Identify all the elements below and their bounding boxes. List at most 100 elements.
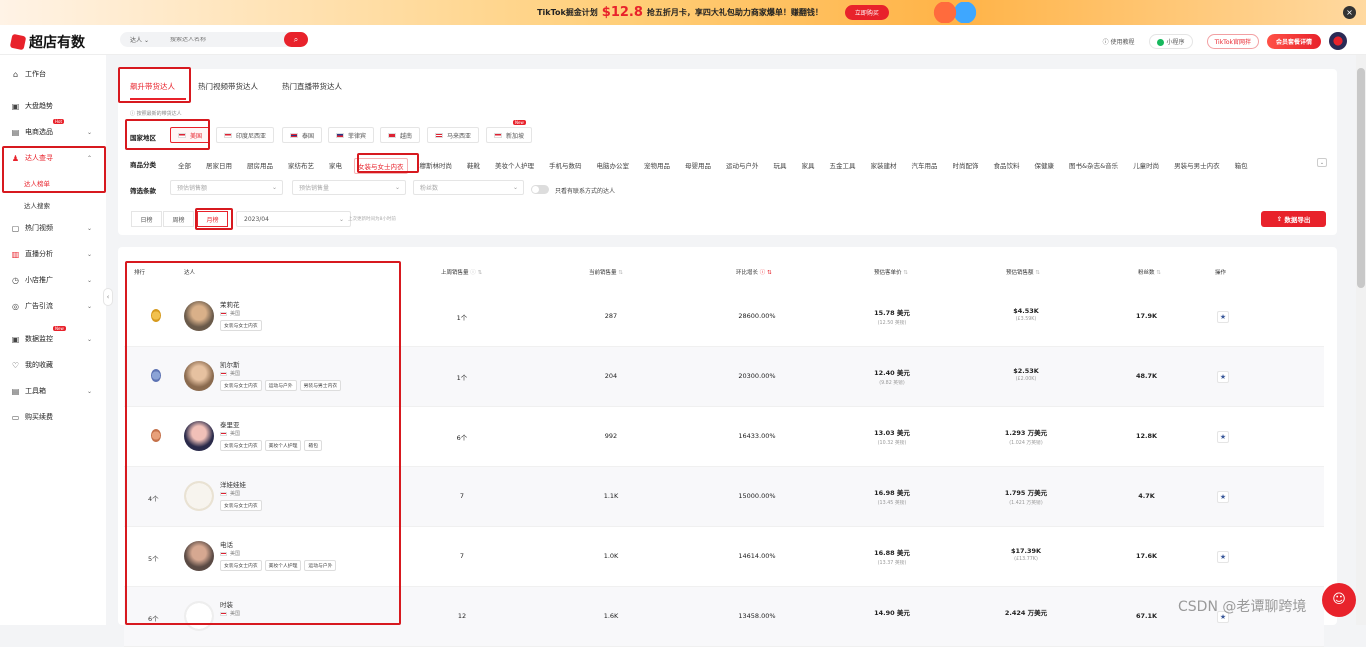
tab-rising-influencers[interactable]: 飙升带货达人 — [130, 81, 175, 92]
sidebar-item-renew[interactable]: ▭ 购买续费 — [0, 409, 106, 425]
category-item[interactable]: 保健康 — [1032, 158, 1058, 174]
sidebar-item-workbench[interactable]: ⌂ 工作台 — [0, 66, 106, 82]
chevron-down-icon[interactable]: ⌄ — [1317, 158, 1327, 167]
category-item[interactable]: 手机与数码 — [546, 158, 585, 174]
search-type-select[interactable]: 达人 ⌄ — [120, 35, 170, 44]
contact-toggle[interactable] — [531, 185, 549, 194]
mini-program-button[interactable]: 小程序 — [1148, 33, 1193, 49]
sidebar-item-influencer-search[interactable]: ♟ 达人查寻 ⌃ — [0, 150, 106, 166]
category-item[interactable]: 女装与女士内衣 — [354, 158, 408, 174]
search-icon[interactable]: ⌕ — [284, 32, 308, 47]
star-icon[interactable]: ★ — [1217, 551, 1229, 563]
tutorial-link[interactable]: ⓘ 使用教程 — [1103, 37, 1135, 46]
category-item[interactable]: 穆斯林时尚 — [417, 158, 456, 174]
influencer-name[interactable]: 电话 — [220, 539, 233, 549]
category-item[interactable]: 玩具 — [771, 158, 790, 174]
influencer-name[interactable]: 时装 — [220, 599, 233, 609]
banner-buy-button[interactable]: 立即购买 — [844, 5, 889, 20]
avatar[interactable] — [184, 601, 214, 631]
category-item[interactable]: 家电 — [326, 158, 345, 174]
close-icon[interactable]: × — [1343, 6, 1356, 19]
col-last-week-sales[interactable]: 上周销售量 ⓘ ⇅ — [441, 268, 482, 276]
star-icon[interactable]: ★ — [1217, 431, 1229, 443]
country-philippines[interactable]: 菲律宾 — [328, 127, 375, 143]
col-avg-price[interactable]: 预估客单价 ⇅ — [874, 268, 908, 276]
star-icon[interactable]: ★ — [1217, 491, 1229, 503]
influencer-name[interactable]: 泰里亚 — [220, 419, 240, 429]
influencer-name[interactable]: 洋娃娃娃 — [220, 479, 246, 489]
category-item[interactable]: 男装与男士内衣 — [1171, 158, 1223, 174]
category-item[interactable]: 家具 — [799, 158, 818, 174]
avatar[interactable] — [184, 301, 214, 331]
category-item[interactable]: 电脑办公室 — [594, 158, 633, 174]
country-singapore[interactable]: 新加坡 — [486, 127, 533, 143]
scrollbar-thumb[interactable] — [1357, 68, 1365, 288]
category-item[interactable]: 运动与户外 — [723, 158, 762, 174]
col-sales-amount[interactable]: 预估销售额 ⇅ — [1006, 268, 1040, 276]
category-item[interactable]: 居家日用 — [203, 158, 235, 174]
tab-hot-live-influencers[interactable]: 热门直播带货达人 — [282, 81, 342, 92]
category-item[interactable]: 母婴用品 — [682, 158, 714, 174]
tab-hot-video-influencers[interactable]: 热门视频带货达人 — [198, 81, 258, 92]
logo[interactable]: 超店有数 — [9, 32, 85, 52]
sidebar-item-hot-video[interactable]: ▢ 热门视频 ⌄ — [0, 220, 106, 236]
category-item[interactable]: 时尚配饰 — [950, 158, 982, 174]
sidebar-collapse-button[interactable]: ‹ — [103, 288, 113, 306]
avatar[interactable] — [184, 361, 214, 391]
country-us[interactable]: 美国 — [170, 127, 211, 143]
period-weekly[interactable]: 周榜 — [163, 211, 194, 227]
period-monthly[interactable]: 月榜 — [197, 211, 228, 227]
col-current-sales[interactable]: 当前销售量 ⇅ — [589, 268, 623, 276]
influencer-name[interactable]: 茉莉花 — [220, 299, 240, 309]
search-input[interactable] — [170, 36, 270, 43]
export-button[interactable]: ⇪ 数据导出 — [1261, 211, 1326, 227]
table-row[interactable]: 凯尔斯 美国 女装与女士内衣 运动与户外 男装与男士内衣 1个 204 20300.00% 12… — [124, 347, 1324, 407]
sidebar-item-data-monitor[interactable]: ▣ 数据监控 New ⌄ — [0, 326, 106, 347]
star-icon[interactable]: ★ — [1217, 371, 1229, 383]
influencer-name[interactable]: 凯尔斯 — [220, 359, 240, 369]
sidebar-item-influencer-find[interactable]: 达人搜索 — [24, 200, 50, 210]
sidebar-item-market-trend[interactable]: ▣ 大盘趋势 — [0, 98, 106, 114]
category-item[interactable]: 五金工具 — [827, 158, 859, 174]
star-icon[interactable]: ★ — [1217, 311, 1229, 323]
category-item[interactable]: 宠物用品 — [641, 158, 673, 174]
category-item[interactable]: 美妆个人护理 — [492, 158, 537, 174]
avatar[interactable] — [184, 421, 214, 451]
avatar[interactable] — [1329, 32, 1347, 50]
chat-icon[interactable]: ☺ — [1322, 583, 1356, 617]
category-item[interactable]: 鞋靴 — [464, 158, 483, 174]
country-malaysia[interactable]: 马来西亚 — [427, 127, 480, 143]
col-growth[interactable]: 环比增长 ⓘ ⇅ — [736, 268, 772, 276]
col-fans[interactable]: 粉丝数 ⇅ — [1138, 268, 1161, 276]
tiktok-link[interactable]: TikTok官网拌 — [1206, 33, 1259, 49]
category-item[interactable]: 图书&杂志&音乐 — [1066, 158, 1121, 174]
table-row[interactable]: 6个 时装 美国 12 1.6K 13458.00% 14.90 美元 2.424 万美元 67… — [124, 587, 1324, 647]
avatar[interactable] — [184, 481, 214, 511]
sidebar-item-favorites[interactable]: ♡ 我的收藏 — [0, 357, 106, 373]
country-vietnam[interactable]: 越南 — [380, 127, 421, 143]
category-item[interactable]: 家装建材 — [868, 158, 900, 174]
fans-select[interactable]: 粉丝数 ⌄ — [413, 180, 524, 195]
category-item[interactable]: 家纺布艺 — [285, 158, 317, 174]
sales-amount-select[interactable]: 预估销售额 ⌄ — [170, 180, 283, 195]
category-item[interactable]: 箱包 — [1232, 158, 1251, 174]
sidebar-item-toolbox[interactable]: ▤ 工具箱 ⌄ — [0, 383, 106, 399]
sidebar-item-influencer-ranking[interactable]: 达人榜单 — [24, 178, 50, 188]
vip-button[interactable]: 会员套餐详情 — [1266, 33, 1321, 49]
category-item[interactable]: 食品饮料 — [991, 158, 1023, 174]
promo-banner[interactable]: TikTok掘金计划 $12.8 抢五折月卡，享四大礼包助力商家爆单！赚翻钱！ … — [0, 0, 1366, 25]
category-item[interactable]: 全部 — [175, 158, 194, 174]
period-daily[interactable]: 日榜 — [131, 211, 162, 227]
sales-volume-select[interactable]: 预估销售量 ⌄ — [292, 180, 406, 195]
sidebar-item-shop-promo[interactable]: ◷ 小店推广 ⌄ — [0, 272, 106, 288]
country-thailand[interactable]: 泰国 — [282, 127, 323, 143]
avatar[interactable] — [184, 541, 214, 571]
table-row[interactable]: 茉莉花 美国 女装与女士内衣 1个 287 28600.00% 15.78 美元 (12.50… — [124, 287, 1324, 347]
table-row[interactable]: 4个 洋娃娃娃 美国 女装与女士内衣 7 1.1K 15000.00% 16.98 美元 (13… — [124, 467, 1324, 527]
category-item[interactable]: 儿童时尚 — [1130, 158, 1162, 174]
table-row[interactable]: 5个 电话 美国 女装与女士内衣 美妆个人护理 运动与户外 7 1.0K 14614.00% 16… — [124, 527, 1324, 587]
category-item[interactable]: 汽车用品 — [909, 158, 941, 174]
country-indonesia[interactable]: 印度尼西亚 — [216, 127, 275, 143]
sidebar-item-product-select[interactable]: ▤ 电商选品 Hot ⌄ — [0, 119, 106, 140]
sidebar-item-live-analysis[interactable]: ▥ 直播分析 ⌄ — [0, 246, 106, 262]
